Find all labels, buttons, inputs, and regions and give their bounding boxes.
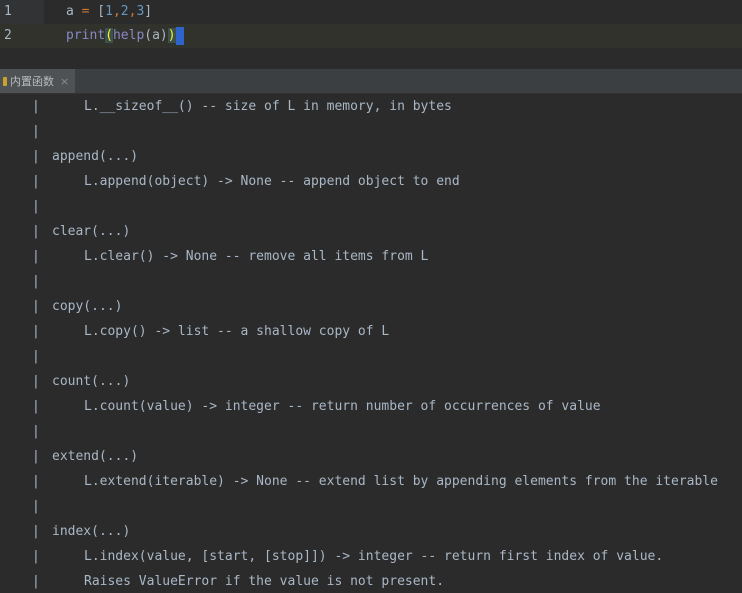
- code-text[interactable]: a = [1,2,3]: [66, 0, 152, 24]
- output-line: | L.count(value) -> integer -- return num…: [0, 394, 742, 419]
- output-line: |: [0, 344, 742, 369]
- code-token: (a): [144, 28, 168, 43]
- help-border-bar: |: [32, 374, 40, 389]
- help-border-bar: |: [32, 474, 40, 489]
- output-line: |: [0, 269, 742, 294]
- output-line: | L.__sizeof__() -- size of L in memory, …: [0, 94, 742, 119]
- output-text: clear(...): [52, 224, 131, 239]
- editor-empty-area: [0, 48, 742, 69]
- code-line[interactable]: 2 print(help(a)): [0, 24, 742, 48]
- help-border-bar: |: [32, 174, 40, 189]
- output-text: L.index(value, [start, [stop]]) -> integ…: [84, 549, 664, 564]
- output-line: | L.copy() -> list -- a shallow copy of L: [0, 319, 742, 344]
- output-text: L.clear() -> None -- remove all items fr…: [84, 249, 429, 264]
- output-line: |: [0, 419, 742, 444]
- help-border-bar: |: [32, 249, 40, 264]
- help-border-bar: |: [32, 224, 40, 239]
- code-token: a: [66, 4, 82, 19]
- help-border-bar: |: [32, 499, 40, 514]
- output-text: append(...): [52, 149, 139, 164]
- output-text: L.__sizeof__() -- size of L in memory, i…: [84, 99, 452, 114]
- output-line: | Raises ValueError if the value is not p…: [0, 569, 742, 593]
- line-number: 1: [4, 4, 12, 19]
- help-border-bar: |: [32, 549, 40, 564]
- code-token: ): [167, 28, 176, 43]
- help-border-bar: |: [32, 274, 40, 289]
- output-line: | clear(...): [0, 219, 742, 244]
- console-output[interactable]: | L.__sizeof__() -- size of L in memory, …: [0, 94, 742, 593]
- output-text: index(...): [52, 524, 131, 539]
- help-border-bar: |: [32, 574, 40, 589]
- code-token: (: [105, 28, 113, 43]
- run-tab-label: 内置函数: [10, 75, 54, 88]
- help-border-bar: |: [32, 449, 40, 464]
- help-border-bar: |: [32, 124, 40, 139]
- text-caret: [175, 26, 184, 45]
- output-line: | L.append(object) -> None -- append obje…: [0, 169, 742, 194]
- output-text: L.count(value) -> integer -- return numb…: [84, 399, 601, 414]
- code-token: [: [89, 4, 106, 19]
- help-border-bar: |: [32, 299, 40, 314]
- code-text[interactable]: print(help(a)): [66, 24, 184, 48]
- output-line: | L.index(value, [start, [stop]]) -> inte…: [0, 544, 742, 569]
- help-border-bar: |: [32, 324, 40, 339]
- output-text: Raises ValueError if the value is not pr…: [84, 574, 445, 589]
- run-tab[interactable]: 内置函数 ×: [0, 69, 76, 93]
- code-token: ,: [112, 4, 121, 19]
- code-token: 1: [105, 4, 113, 19]
- output-line: |: [0, 194, 742, 219]
- output-line: | append(...): [0, 144, 742, 169]
- output-line: | copy(...): [0, 294, 742, 319]
- output-line: |: [0, 119, 742, 144]
- code-token: print: [66, 28, 106, 43]
- output-line: | L.extend(iterable) -> None -- extend li…: [0, 469, 742, 494]
- code-line[interactable]: 1a = [1,2,3]: [0, 0, 742, 24]
- output-text: L.copy() -> list -- a shallow copy of L: [84, 324, 390, 339]
- help-border-bar: |: [32, 149, 40, 164]
- output-line: | extend(...): [0, 444, 742, 469]
- output-line: | L.clear() -> None -- remove all items f…: [0, 244, 742, 269]
- output-text: L.append(object) -> None -- append objec…: [84, 174, 460, 189]
- help-border-bar: |: [32, 349, 40, 364]
- output-text: copy(...): [52, 299, 123, 314]
- output-line: | count(...): [0, 369, 742, 394]
- output-line: |: [0, 494, 742, 519]
- help-border-bar: |: [32, 99, 40, 114]
- output-text: L.extend(iterable) -> None -- extend lis…: [84, 474, 718, 489]
- output-text: extend(...): [52, 449, 139, 464]
- code-editor[interactable]: 1a = [1,2,3] 2 print(help(a)): [0, 0, 742, 48]
- output-line: | index(...): [0, 519, 742, 544]
- help-border-bar: |: [32, 399, 40, 414]
- close-icon[interactable]: ×: [60, 75, 69, 88]
- line-number: 2: [4, 28, 12, 43]
- tool-window-header: 内置函数 ×: [0, 69, 742, 94]
- run-config-icon: [3, 76, 7, 86]
- code-token: 2: [120, 4, 129, 19]
- code-token: help: [112, 28, 145, 43]
- help-border-bar: |: [32, 199, 40, 214]
- help-border-bar: |: [32, 424, 40, 439]
- output-text: count(...): [52, 374, 131, 389]
- code-token: ]: [144, 4, 153, 19]
- help-border-bar: |: [32, 524, 40, 539]
